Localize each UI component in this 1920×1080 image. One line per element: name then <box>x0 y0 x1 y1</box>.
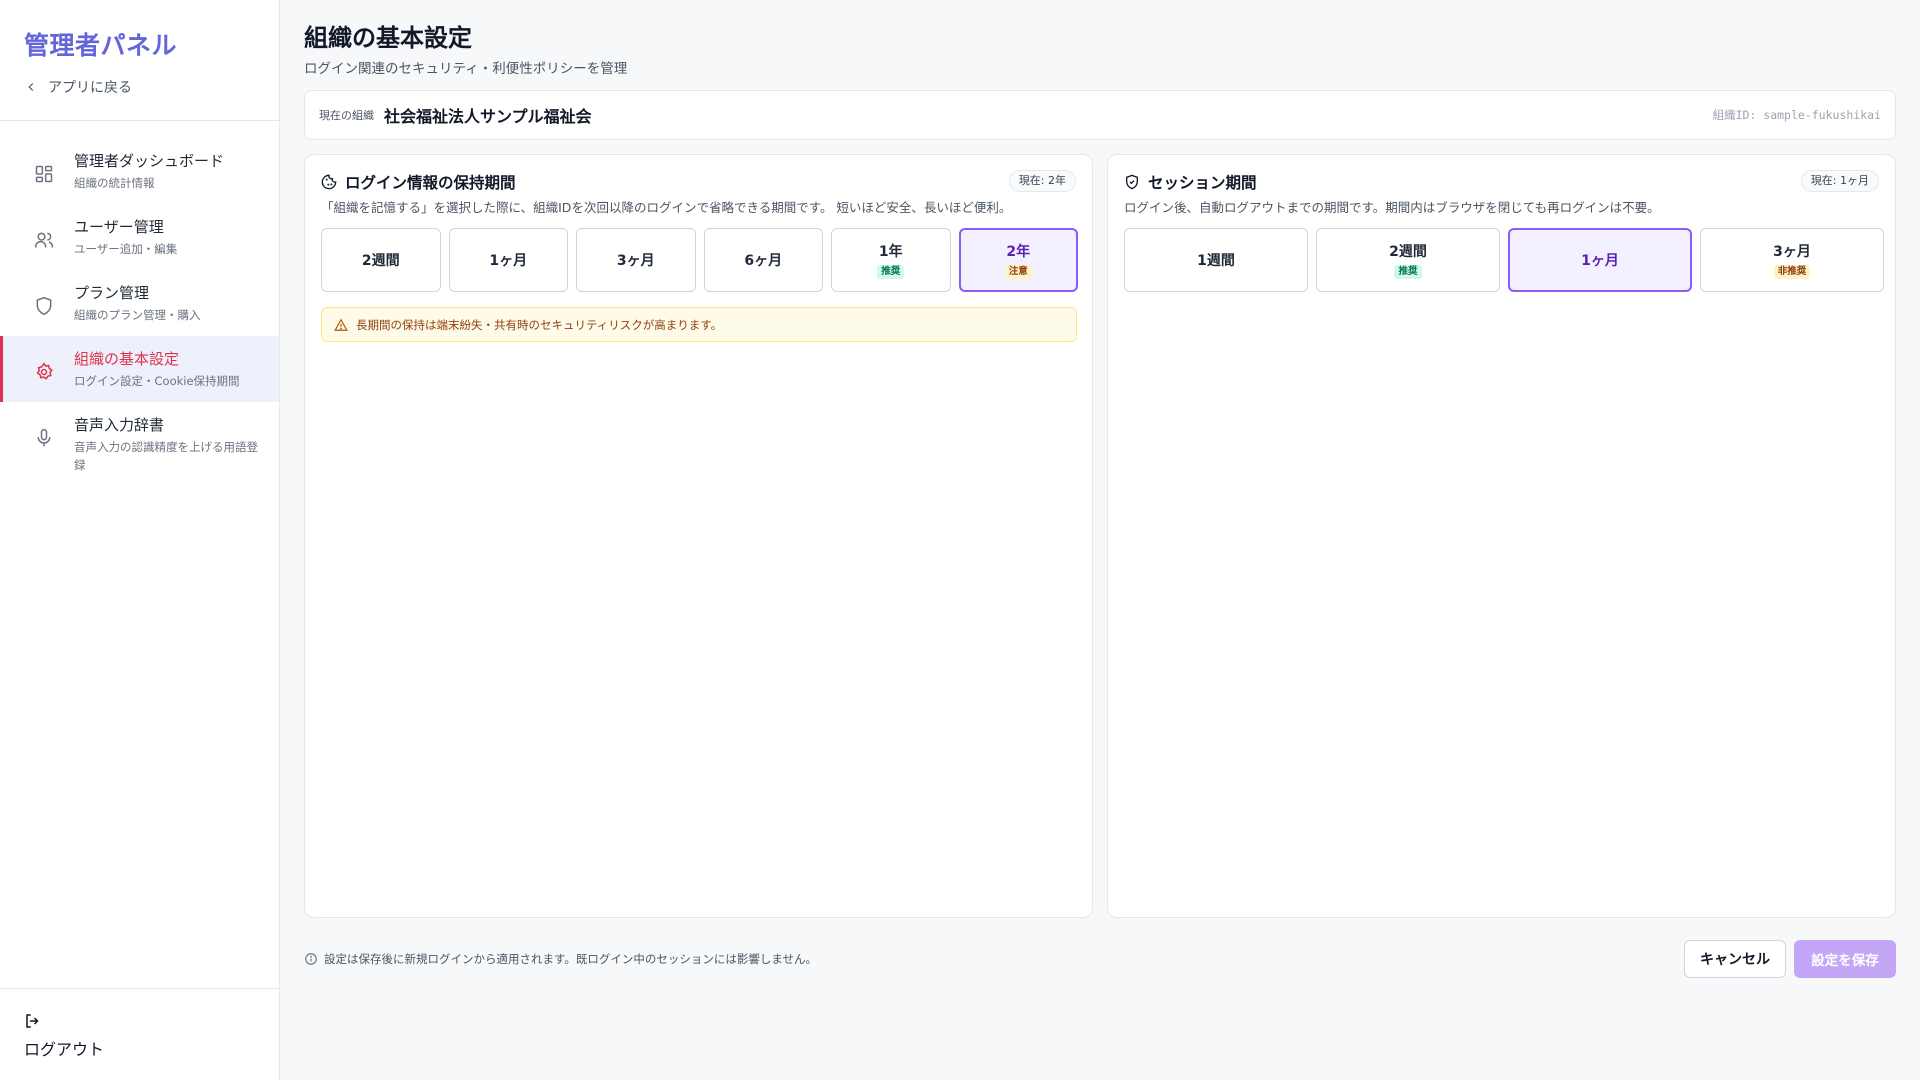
sidebar-item-plans[interactable]: プラン管理 組織のプラン管理・購入 <box>0 270 279 336</box>
save-settings-button[interactable]: 設定を保存 <box>1794 940 1896 978</box>
warning-icon <box>334 318 348 331</box>
option-label: 3ヶ月 <box>616 253 655 269</box>
sidebar-item-sublabel: 組織の統計情報 <box>74 176 155 190</box>
footer-note-text: 設定は保存後に新規ログインから適用されます。既ログイン中のセッションには影響しま… <box>324 952 817 966</box>
session-option-2weeks[interactable]: 2週間 推奨 <box>1316 228 1500 292</box>
recommended-badge: 推奨 <box>1394 265 1422 279</box>
recommended-badge: 推奨 <box>877 265 905 279</box>
session-option-3months[interactable]: 3ヶ月 非推奨 <box>1700 228 1884 292</box>
session-options: 1週間 2週間 推奨 1ヶ月 3ヶ月 非推奨 <box>1124 228 1884 292</box>
logout-label: ログアウト <box>24 1040 105 1059</box>
info-icon <box>305 953 317 965</box>
dashboard-icon <box>35 165 53 183</box>
sidebar-item-sublabel: ログイン設定・Cookie保持期間 <box>74 374 240 388</box>
sidebar-nav: 管理者ダッシュボード 組織の統計情報 ユーザー管理 ユーザー追加・編集 プラン管… <box>0 138 279 484</box>
page-subtitle: ログイン関連のセキュリティ・利便性ポリシーを管理 <box>304 61 628 77</box>
session-card-header: セッション期間 <box>1124 171 1257 193</box>
retention-title: ログイン情報の保持期間 <box>345 174 516 192</box>
retention-option-1year[interactable]: 1年 推奨 <box>831 228 951 292</box>
logout-icon <box>26 1014 39 1028</box>
users-icon <box>34 232 54 248</box>
session-option-1month[interactable]: 1ヶ月 <box>1508 228 1692 292</box>
option-label: 2年 <box>1006 244 1031 260</box>
session-title: セッション期間 <box>1148 174 1257 192</box>
retention-option-2weeks[interactable]: 2週間 <box>321 228 441 292</box>
gear-icon <box>36 362 53 380</box>
sidebar-item-sublabel: ユーザー追加・編集 <box>74 242 178 256</box>
retention-card-header: ログイン情報の保持期間 <box>321 171 516 193</box>
org-name: 社会福祉法人サンプル福祉会 <box>384 107 592 126</box>
brand-title: 管理者パネル <box>24 31 178 60</box>
retention-options: 2週間 1ヶ月 3ヶ月 6ヶ月 1年 推奨 2年 注意 <box>321 228 1078 292</box>
retention-warning: 長期間の保持は端末紛失・共有時のセキュリティリスクが高まります。 <box>321 307 1077 342</box>
microphone-icon <box>37 428 51 447</box>
sidebar-item-label: 管理者ダッシュボード <box>74 152 225 170</box>
sidebar-item-users[interactable]: ユーザー管理 ユーザー追加・編集 <box>0 204 279 270</box>
cookie-icon <box>321 174 337 190</box>
caution-badge: 注意 <box>1004 265 1032 279</box>
sidebar-item-sublabel: 音声入力の認識精度を上げる用語登録 <box>74 440 258 472</box>
session-description: ログイン後、自動ログアウトまでの期間です。期間内はブラウザを閉じても再ログインは… <box>1124 200 1660 215</box>
retention-option-3months[interactable]: 3ヶ月 <box>576 228 696 292</box>
sidebar-item-org-settings[interactable]: 組織の基本設定 ログイン設定・Cookie保持期間 <box>0 336 279 402</box>
retention-option-2years[interactable]: 2年 注意 <box>958 228 1078 292</box>
session-option-1week[interactable]: 1週間 <box>1124 228 1308 292</box>
page-title: 組織の基本設定 <box>304 24 472 52</box>
not-recommended-badge: 非推奨 <box>1773 265 1811 279</box>
org-id: 組織ID: sample-fukushikai <box>1712 108 1881 122</box>
sidebar-item-label: ユーザー管理 <box>74 218 164 236</box>
option-label: 2週間 <box>361 253 400 269</box>
warning-text: 長期間の保持は端末紛失・共有時のセキュリティリスクが高まります。 <box>356 317 723 332</box>
shield-icon <box>36 296 52 316</box>
retention-card: ログイン情報の保持期間 現在: 2年 「組織を記憶する」を選択した際に、組織ID… <box>304 154 1093 918</box>
option-label: 3ヶ月 <box>1773 244 1811 260</box>
footer-note: 設定は保存後に新規ログインから適用されます。既ログイン中のセッションには影響しま… <box>304 951 817 967</box>
option-label: 2週間 <box>1389 244 1427 260</box>
sidebar-item-voice-dictionary[interactable]: 音声入力辞書 音声入力の認識精度を上げる用語登録 <box>0 402 279 484</box>
option-label: 1ヶ月 <box>1581 253 1619 269</box>
sidebar-bottom-divider <box>0 988 279 989</box>
session-current-badge: 現在: 1ヶ月 <box>1800 170 1879 192</box>
sidebar-item-sublabel: 組織のプラン管理・購入 <box>74 308 201 322</box>
current-org-bar: 現在の組織 社会福祉法人サンプル福祉会 組織ID: sample-fukushi… <box>304 90 1896 140</box>
shield-check-icon <box>1126 174 1138 190</box>
option-label: 6ヶ月 <box>744 253 783 269</box>
org-label: 現在の組織 <box>319 109 374 122</box>
cancel-button[interactable]: キャンセル <box>1684 940 1786 978</box>
option-label: 1年 <box>878 244 903 260</box>
option-label: 1週間 <box>1197 253 1235 269</box>
back-to-app-link[interactable]: アプリに戻る <box>24 76 132 98</box>
option-label: 1ヶ月 <box>489 253 528 269</box>
sidebar-item-label: 音声入力辞書 <box>74 416 165 434</box>
sidebar-item-label: 組織の基本設定 <box>74 350 180 368</box>
sidebar-item-dashboard[interactable]: 管理者ダッシュボード 組織の統計情報 <box>0 138 279 204</box>
retention-current-badge: 現在: 2年 <box>1008 170 1076 192</box>
retention-option-1month[interactable]: 1ヶ月 <box>448 228 568 292</box>
session-card: セッション期間 現在: 1ヶ月 ログイン後、自動ログアウトまでの期間です。期間内… <box>1107 154 1896 918</box>
back-link-label: アプリに戻る <box>48 80 132 96</box>
retention-option-6months[interactable]: 6ヶ月 <box>703 228 823 292</box>
sidebar-item-label: プラン管理 <box>74 284 150 302</box>
logout-button[interactable]: ログアウト <box>24 1012 104 1060</box>
retention-description: 「組織を記憶する」を選択した際に、組織IDを次回以降のログインで省略できる期間で… <box>321 200 1012 215</box>
sidebar: 管理者パネル アプリに戻る 管理者ダッシュボード 組織の統計情報 ユーザー管理 … <box>0 0 280 1080</box>
sidebar-divider <box>0 120 279 121</box>
chevron-left-icon <box>28 83 34 91</box>
